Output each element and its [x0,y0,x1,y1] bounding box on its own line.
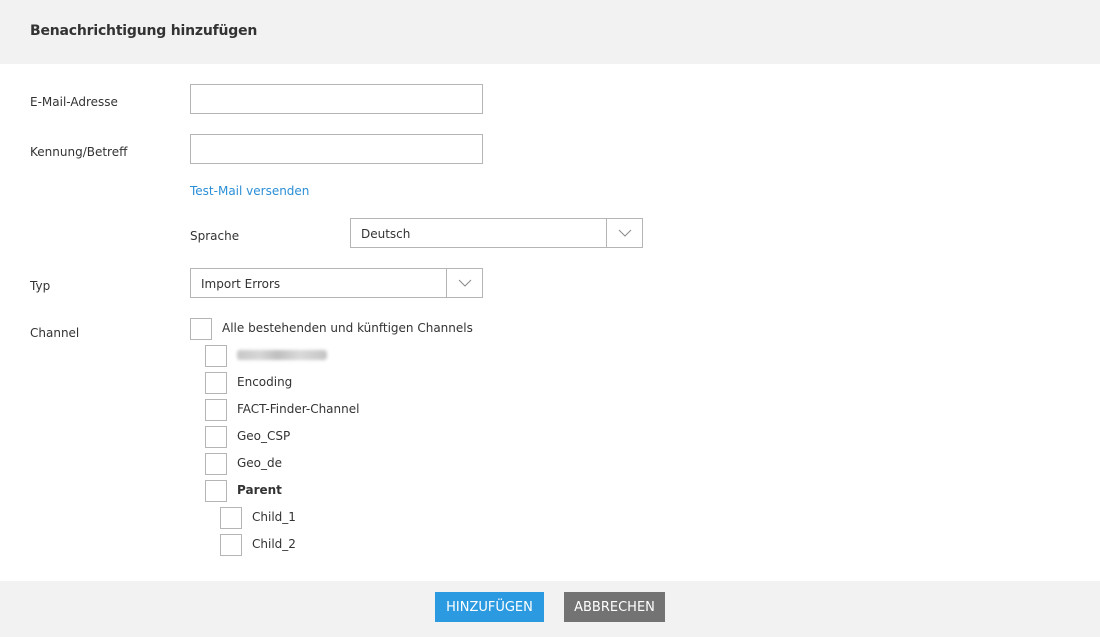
cancel-button[interactable]: ABBRECHEN [564,592,665,622]
dialog-footer: HINZUFÜGEN ABBRECHEN [0,581,1100,637]
channel-all-label: Alle bestehenden und künftigen Channels [222,321,473,335]
email-label: E-Mail-Adresse [30,95,118,109]
channel-checkbox[interactable] [205,399,227,421]
language-select-value: Deutsch [361,227,411,241]
language-select[interactable]: Deutsch [350,218,643,248]
channel-item-label: Geo_de [237,456,283,470]
subject-input[interactable] [190,134,483,164]
channel-child-checkbox[interactable] [220,534,242,556]
dialog-header: Benachrichtigung hinzufügen [0,0,1100,64]
channel-item-label: Geo_CSP [237,429,291,443]
type-select-value: Import Errors [201,277,281,291]
channel-checkbox[interactable] [205,426,227,448]
add-button[interactable]: HINZUFÜGEN [435,592,544,622]
type-label: Typ [30,279,51,293]
chevron-down-icon[interactable] [446,269,482,297]
channel-item-label: Encoding [237,375,293,389]
channel-label: Channel [30,326,80,340]
language-label: Sprache [190,229,240,243]
subject-label: Kennung/Betreff [30,145,128,159]
channel-item-label: Child_2 [252,537,296,551]
channel-checkbox[interactable] [205,453,227,475]
chevron-down-icon[interactable] [606,219,642,247]
channel-label-redacted [237,350,327,360]
channel-checkbox[interactable] [205,345,227,367]
channel-item-label: FACT-Finder-Channel [237,402,360,416]
type-select[interactable]: Import Errors [190,268,483,298]
channel-item-label: Child_1 [252,510,296,524]
channel-child-checkbox[interactable] [220,507,242,529]
channel-all-checkbox[interactable] [190,318,212,340]
channel-parent-checkbox[interactable] [205,480,227,502]
dialog-title: Benachrichtigung hinzufügen [30,23,258,39]
test-mail-link[interactable]: Test-Mail versenden [190,184,309,198]
channel-checkbox[interactable] [205,372,227,394]
email-input[interactable] [190,84,483,114]
channel-parent-label: Parent [237,483,282,497]
